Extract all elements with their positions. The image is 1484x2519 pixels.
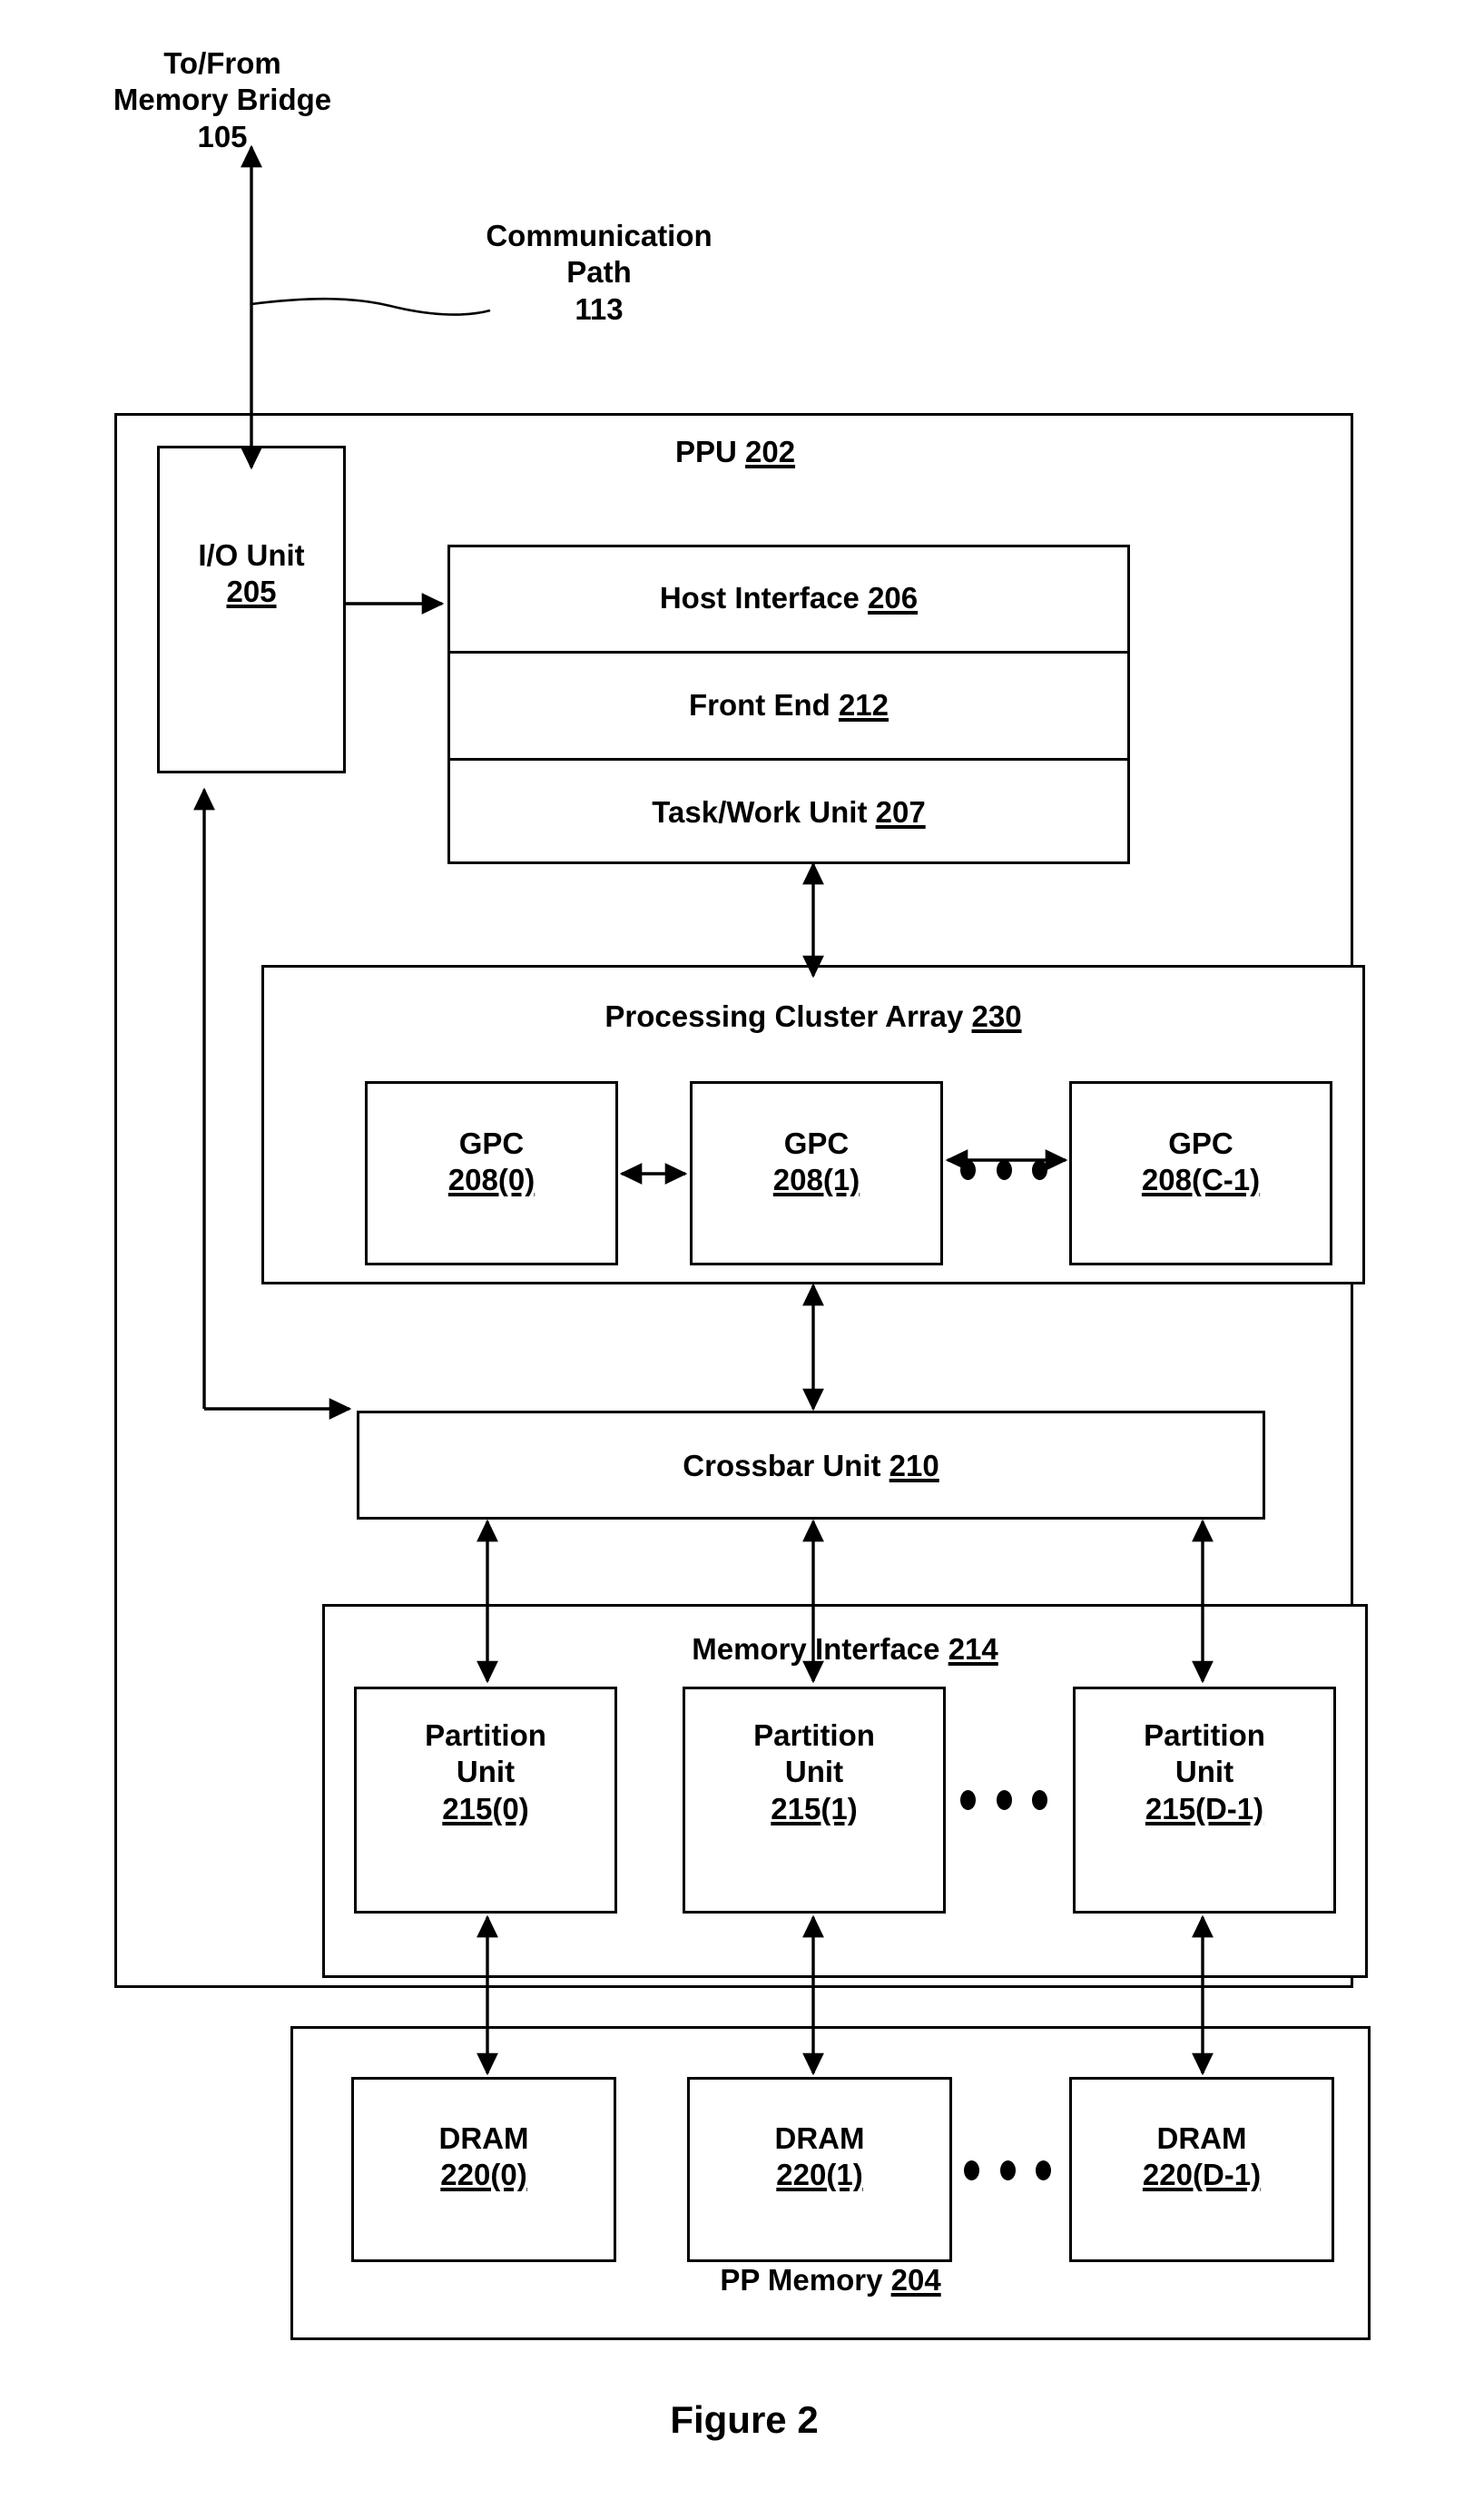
- dram-ref-0: 220(0): [440, 2158, 527, 2192]
- ellipsis-dot: [1032, 1790, 1047, 1810]
- pp-memory-title: PP Memory 204: [290, 2262, 1371, 2298]
- gpc-ref-2: 208(C-1): [1141, 1163, 1261, 1197]
- ellipsis-dot: [964, 2160, 979, 2180]
- ppu-title-text: PPU: [674, 435, 745, 468]
- dram-ref-2: 220(D-1): [1142, 2158, 1262, 2192]
- gpc-ellipsis: [960, 1160, 1047, 1180]
- memory-interface-title-ref: 214: [948, 1632, 998, 1666]
- partition-unit-label-0: Partition Unit 215(0): [354, 1717, 617, 1827]
- ellipsis-dot: [1036, 2160, 1051, 2180]
- task-work-unit-label: Task/Work Unit 207: [447, 794, 1130, 831]
- ellipsis-dot: [996, 1790, 1012, 1810]
- gpc-label-0: GPC 208(0): [365, 1126, 618, 1199]
- gpc-label-1: GPC 208(1): [690, 1126, 943, 1199]
- dram-name-2: DRAM: [1156, 2121, 1247, 2155]
- figure-caption: Figure 2: [670, 2398, 819, 2441]
- pp-memory-title-text: PP Memory: [720, 2263, 891, 2297]
- dram-ref-1: 220(1): [776, 2158, 863, 2192]
- memory-interface-title-text: Memory Interface: [692, 1632, 948, 1666]
- ellipsis-dot: [960, 1790, 976, 1810]
- gpc-name-0: GPC: [458, 1127, 525, 1160]
- partition-unit-ref-2: 215(D-1): [1145, 1791, 1264, 1825]
- io-unit-label: I/O Unit 205: [157, 537, 346, 611]
- partition-unit-label-2: Partition Unit 215(D-1): [1073, 1717, 1336, 1827]
- communication-path-annotation: Communication Path 113: [486, 219, 713, 326]
- pca-title-ref: 230: [971, 999, 1022, 1033]
- crossbar-unit-label: Crossbar Unit 210: [357, 1448, 1265, 1484]
- partition-unit-ref-1: 215(1): [771, 1791, 858, 1825]
- front-stack-divider-2: [447, 758, 1130, 761]
- ppu-title-ref: 202: [744, 435, 796, 468]
- gpc-label-2: GPC 208(C-1): [1069, 1126, 1332, 1199]
- host-interface-label: Host Interface 206: [447, 580, 1130, 616]
- crossbar-unit-name: Crossbar Unit: [683, 1449, 889, 1482]
- front-stack-divider-1: [447, 651, 1130, 654]
- partition-unit-name-0: Partition Unit: [425, 1718, 546, 1789]
- dram-name-0: DRAM: [438, 2121, 529, 2155]
- ellipsis-dot: [999, 2160, 1016, 2180]
- partition-unit-name-1: Partition Unit: [753, 1718, 875, 1789]
- pca-title-text: Processing Cluster Array: [604, 999, 972, 1033]
- dram-ellipsis: [964, 2160, 1051, 2180]
- partition-unit-ref-0: 215(0): [442, 1791, 529, 1825]
- memory-interface-title: Memory Interface 214: [322, 1631, 1368, 1668]
- ellipsis-dot: [1032, 1160, 1047, 1180]
- ellipsis-dot: [960, 1160, 976, 1180]
- figure-page: To/From Memory Bridge 105 Communication …: [0, 0, 1484, 2519]
- front-end-label: Front End 212: [447, 687, 1130, 723]
- gpc-ref-1: 208(1): [772, 1163, 860, 1197]
- ellipsis-dot: [996, 1160, 1012, 1180]
- ppu-title: PPU 202: [581, 434, 889, 470]
- dram-label-1: DRAM 220(1): [687, 2120, 952, 2194]
- gpc-ref-0: 208(0): [447, 1163, 536, 1197]
- partition-unit-ellipsis: [960, 1790, 1047, 1810]
- io-unit-ref: 205: [226, 575, 277, 609]
- task-work-unit-ref: 207: [875, 795, 926, 829]
- partition-unit-name-2: Partition Unit: [1144, 1718, 1265, 1789]
- pp-memory-title-ref: 204: [890, 2263, 941, 2297]
- crossbar-unit-ref: 210: [889, 1449, 939, 1482]
- host-interface-name: Host Interface: [659, 581, 869, 615]
- front-end-ref: 212: [838, 688, 889, 722]
- front-end-name: Front End: [688, 688, 839, 722]
- dram-label-2: DRAM 220(D-1): [1069, 2120, 1334, 2194]
- gpc-name-2: GPC: [1168, 1127, 1233, 1160]
- memory-bridge-annotation: To/From Memory Bridge 105: [113, 46, 332, 153]
- io-unit-name: I/O Unit: [198, 538, 305, 572]
- host-interface-ref: 206: [868, 581, 919, 615]
- task-work-unit-name: Task/Work Unit: [652, 795, 876, 829]
- gpc-name-1: GPC: [783, 1127, 850, 1160]
- dram-label-0: DRAM 220(0): [351, 2120, 616, 2194]
- partition-unit-label-1: Partition Unit 215(1): [683, 1717, 946, 1827]
- dram-name-1: DRAM: [774, 2121, 865, 2155]
- processing-cluster-array-title: Processing Cluster Array 230: [261, 999, 1365, 1035]
